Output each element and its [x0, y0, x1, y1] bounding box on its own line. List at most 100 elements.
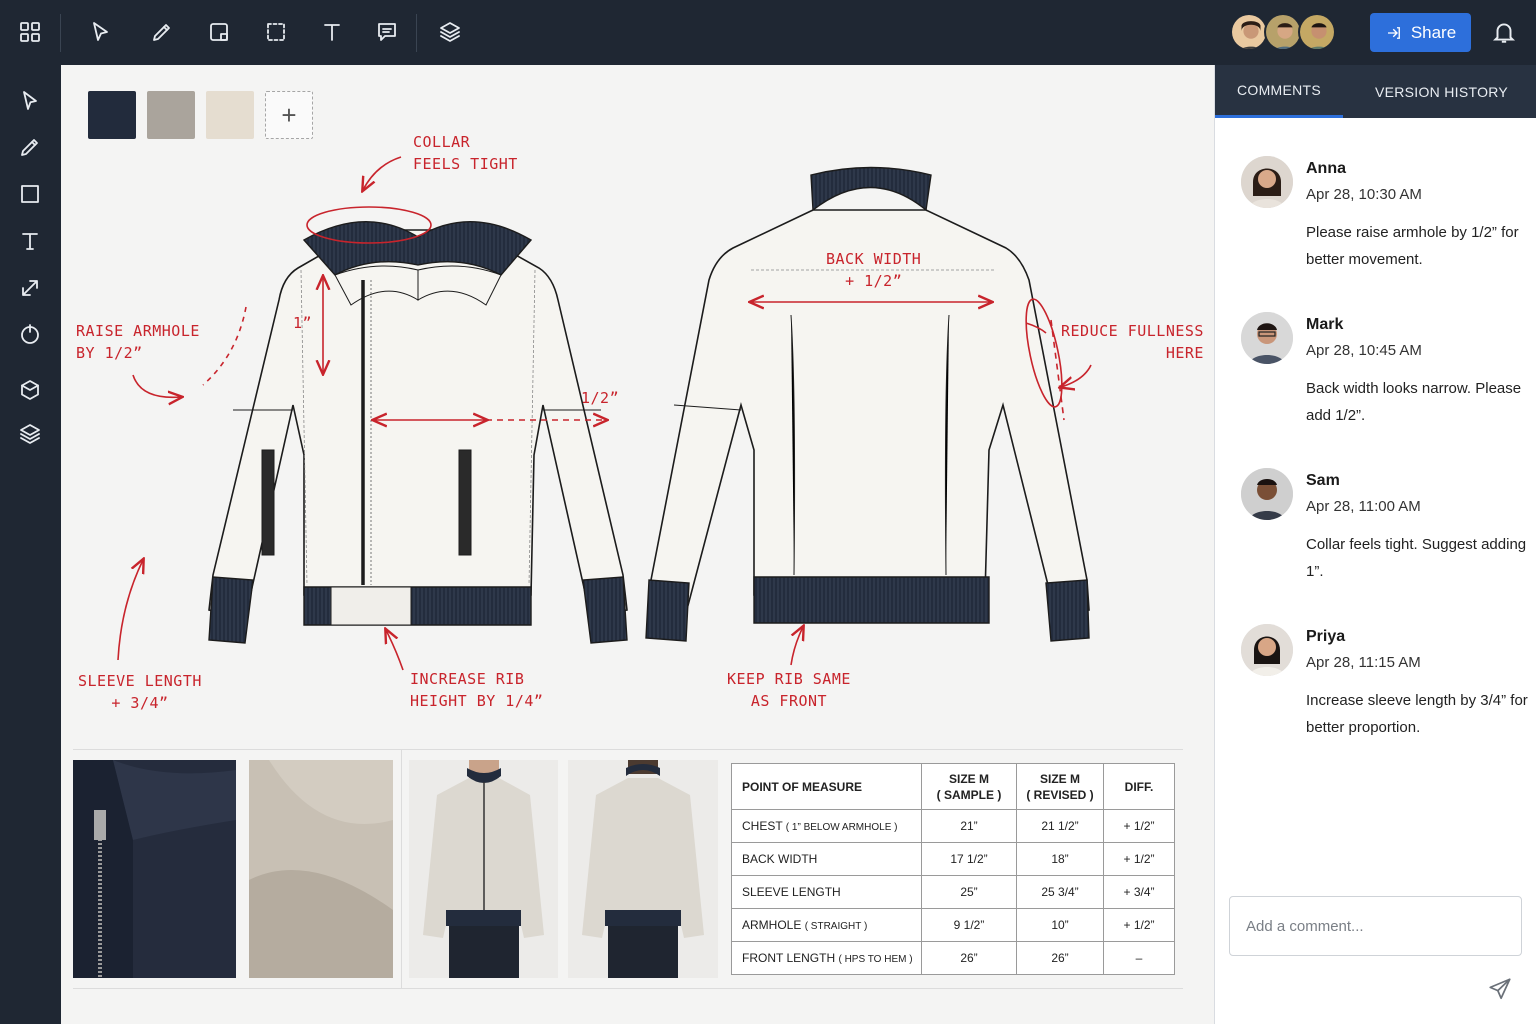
- annotation-rib-height: INCREASE RIB HEIGHT BY 1/4”: [410, 670, 544, 710]
- revised-cell: 26”: [1016, 941, 1104, 975]
- jacket-sketches: [117, 156, 1092, 671]
- pom-note: ( STRAIGHT ): [804, 921, 868, 932]
- select-cursor-icon[interactable]: [86, 17, 116, 47]
- collar-detail-photo[interactable]: [73, 760, 236, 978]
- diff-cell: –: [1103, 941, 1175, 975]
- comment-input[interactable]: [1230, 897, 1521, 955]
- comment-text: Back width looks narrow. Please add 1/2”…: [1306, 380, 1522, 424]
- toolbar-divider: [416, 14, 417, 52]
- column-header-revised: SIZE M ( REVISED ): [1016, 763, 1104, 810]
- rectangle-icon[interactable]: [14, 178, 46, 210]
- pom-cell: CHEST ( 1” BELOW ARMHOLE ): [731, 809, 922, 843]
- layers-icon[interactable]: [14, 418, 46, 450]
- avatar: [1241, 312, 1293, 364]
- table-row: ARMHOLE ( STRAIGHT ) 9 1/2” 10” + 1/2”: [731, 908, 1175, 942]
- pom-cell: ARMHOLE ( STRAIGHT ): [731, 908, 922, 942]
- annotation-armhole: RAISE ARMHOLE BY 1/2”: [76, 322, 200, 362]
- photo-divider: [401, 749, 402, 988]
- pom-cell: SLEEVE LENGTH: [731, 875, 922, 909]
- comment-author: Mark: [1306, 316, 1344, 333]
- column-header-diff: DIFF.: [1103, 763, 1175, 810]
- text-icon[interactable]: [317, 17, 347, 47]
- revised-cell: 21 1/2”: [1016, 809, 1104, 843]
- diff-cell: + 1/2”: [1103, 809, 1175, 843]
- annotation-collar: COLLAR FEELS TIGHT: [413, 133, 518, 173]
- comments-panel: COMMENTS VERSION HISTORY Anna Apr 28, 10…: [1214, 65, 1536, 1024]
- comment-item[interactable]: Anna Apr 28, 10:30 AM Please raise armho…: [1215, 156, 1536, 296]
- comment-item[interactable]: Sam Apr 28, 11:00 AM Collar feels tight.…: [1215, 468, 1536, 608]
- tab-comments[interactable]: COMMENTS: [1215, 65, 1343, 118]
- pointer-icon[interactable]: [14, 85, 46, 117]
- text-icon[interactable]: [14, 225, 46, 257]
- comment-text: Collar feels tight. Suggest adding 1”.: [1306, 536, 1527, 580]
- column-header-sample: SIZE M ( SAMPLE ): [921, 763, 1017, 810]
- table-row: CHEST ( 1” BELOW ARMHOLE ) 21” 21 1/2” +…: [731, 809, 1175, 843]
- section-divider: [73, 749, 1183, 750]
- comment-author: Priya: [1306, 628, 1346, 645]
- pom-cell: FRONT LENGTH ( HPS TO HEM ): [731, 941, 922, 975]
- pencil-icon[interactable]: [147, 17, 177, 47]
- power-icon[interactable]: [14, 318, 46, 350]
- back-jacket-sketch: [645, 166, 1090, 642]
- toolbar-divider: [60, 14, 61, 52]
- annotation-one-inch: 1”: [293, 314, 313, 332]
- send-icon[interactable]: [1487, 976, 1517, 1006]
- notification-bell-icon[interactable]: [1491, 19, 1519, 47]
- table-row: SLEEVE LENGTH 25” 25 3/4” + 3/4”: [731, 875, 1175, 909]
- grid-icon[interactable]: [15, 17, 45, 47]
- diff-cell: + 3/4”: [1103, 875, 1175, 909]
- annotation-reduce-fullness: REDUCE FULLNESS HERE: [1061, 322, 1204, 362]
- table-row: BACK WIDTH 17 1/2” 18” + 1/2”: [731, 842, 1175, 876]
- design-canvas[interactable]: + COLLAR FEELS TIGHT RAISE ARMHOLE BY 1/…: [61, 65, 1214, 1024]
- collaborator-avatars[interactable]: [1230, 13, 1336, 53]
- left-toolbar: [0, 65, 61, 1024]
- measurement-table: POINT OF MEASURE SIZE M ( SAMPLE ) SIZE …: [731, 763, 1175, 975]
- avatar: [1241, 156, 1293, 208]
- annotation-keep-rib: KEEP RIB SAME AS FRONT: [727, 670, 851, 710]
- revised-cell: 25 3/4”: [1016, 875, 1104, 909]
- frame-icon[interactable]: [204, 17, 234, 47]
- share-button[interactable]: Share: [1370, 13, 1471, 52]
- pom-label: FRONT LENGTH: [742, 951, 836, 965]
- comment-item[interactable]: Priya Apr 28, 11:15 AM Increase sleeve l…: [1215, 624, 1536, 764]
- comment-timestamp: Apr 28, 11:00 AM: [1306, 498, 1421, 515]
- comment-text: Increase sleeve length by 3/4” for bette…: [1306, 692, 1528, 736]
- comment-author: Anna: [1306, 160, 1346, 177]
- comment-item[interactable]: Mark Apr 28, 10:45 AM Back width looks n…: [1215, 312, 1536, 452]
- cube-icon[interactable]: [14, 374, 46, 406]
- model-front-photo[interactable]: [409, 760, 558, 978]
- front-jacket-sketch: [208, 221, 628, 644]
- sample-cell: 21”: [921, 809, 1017, 843]
- avatar: [1241, 624, 1293, 676]
- diff-cell: + 1/2”: [1103, 842, 1175, 876]
- revised-cell: 10”: [1016, 908, 1104, 942]
- diff-cell: + 1/2”: [1103, 908, 1175, 942]
- pom-label: CHEST: [742, 819, 783, 833]
- avatar: [1241, 468, 1293, 520]
- comment-input-box: [1229, 896, 1522, 956]
- revised-cell: 18”: [1016, 842, 1104, 876]
- sample-cell: 26”: [921, 941, 1017, 975]
- comment-text: Please raise armhole by 1/2” for better …: [1306, 224, 1519, 268]
- table-row: FRONT LENGTH ( HPS TO HEM ) 26” 26” –: [731, 941, 1175, 975]
- fabric-swatch-photo[interactable]: [249, 760, 393, 978]
- pom-note: ( 1” BELOW ARMHOLE ): [785, 822, 898, 833]
- annotation-half-inch: 1/2”: [581, 389, 620, 407]
- pencil-icon[interactable]: [14, 131, 46, 163]
- tab-version-history[interactable]: VERSION HISTORY: [1365, 65, 1518, 118]
- pom-note: ( HPS TO HEM ): [838, 954, 913, 965]
- sample-cell: 25”: [921, 875, 1017, 909]
- resize-arrow-icon[interactable]: [14, 272, 46, 304]
- comment-timestamp: Apr 28, 10:45 AM: [1306, 342, 1422, 359]
- comment-icon[interactable]: [372, 17, 402, 47]
- pom-label: SLEEVE LENGTH: [742, 885, 841, 899]
- panel-tabs: COMMENTS VERSION HISTORY: [1215, 65, 1536, 118]
- crop-icon[interactable]: [261, 17, 291, 47]
- share-icon: [1387, 26, 1400, 39]
- pom-label: ARMHOLE: [742, 918, 802, 932]
- layers-icon[interactable]: [435, 17, 465, 47]
- annotation-sleeve-length: SLEEVE LENGTH + 3/4”: [78, 672, 202, 712]
- model-back-photo[interactable]: [568, 760, 718, 978]
- column-header-pom: POINT OF MEASURE: [731, 763, 922, 810]
- avatar: [1298, 13, 1336, 51]
